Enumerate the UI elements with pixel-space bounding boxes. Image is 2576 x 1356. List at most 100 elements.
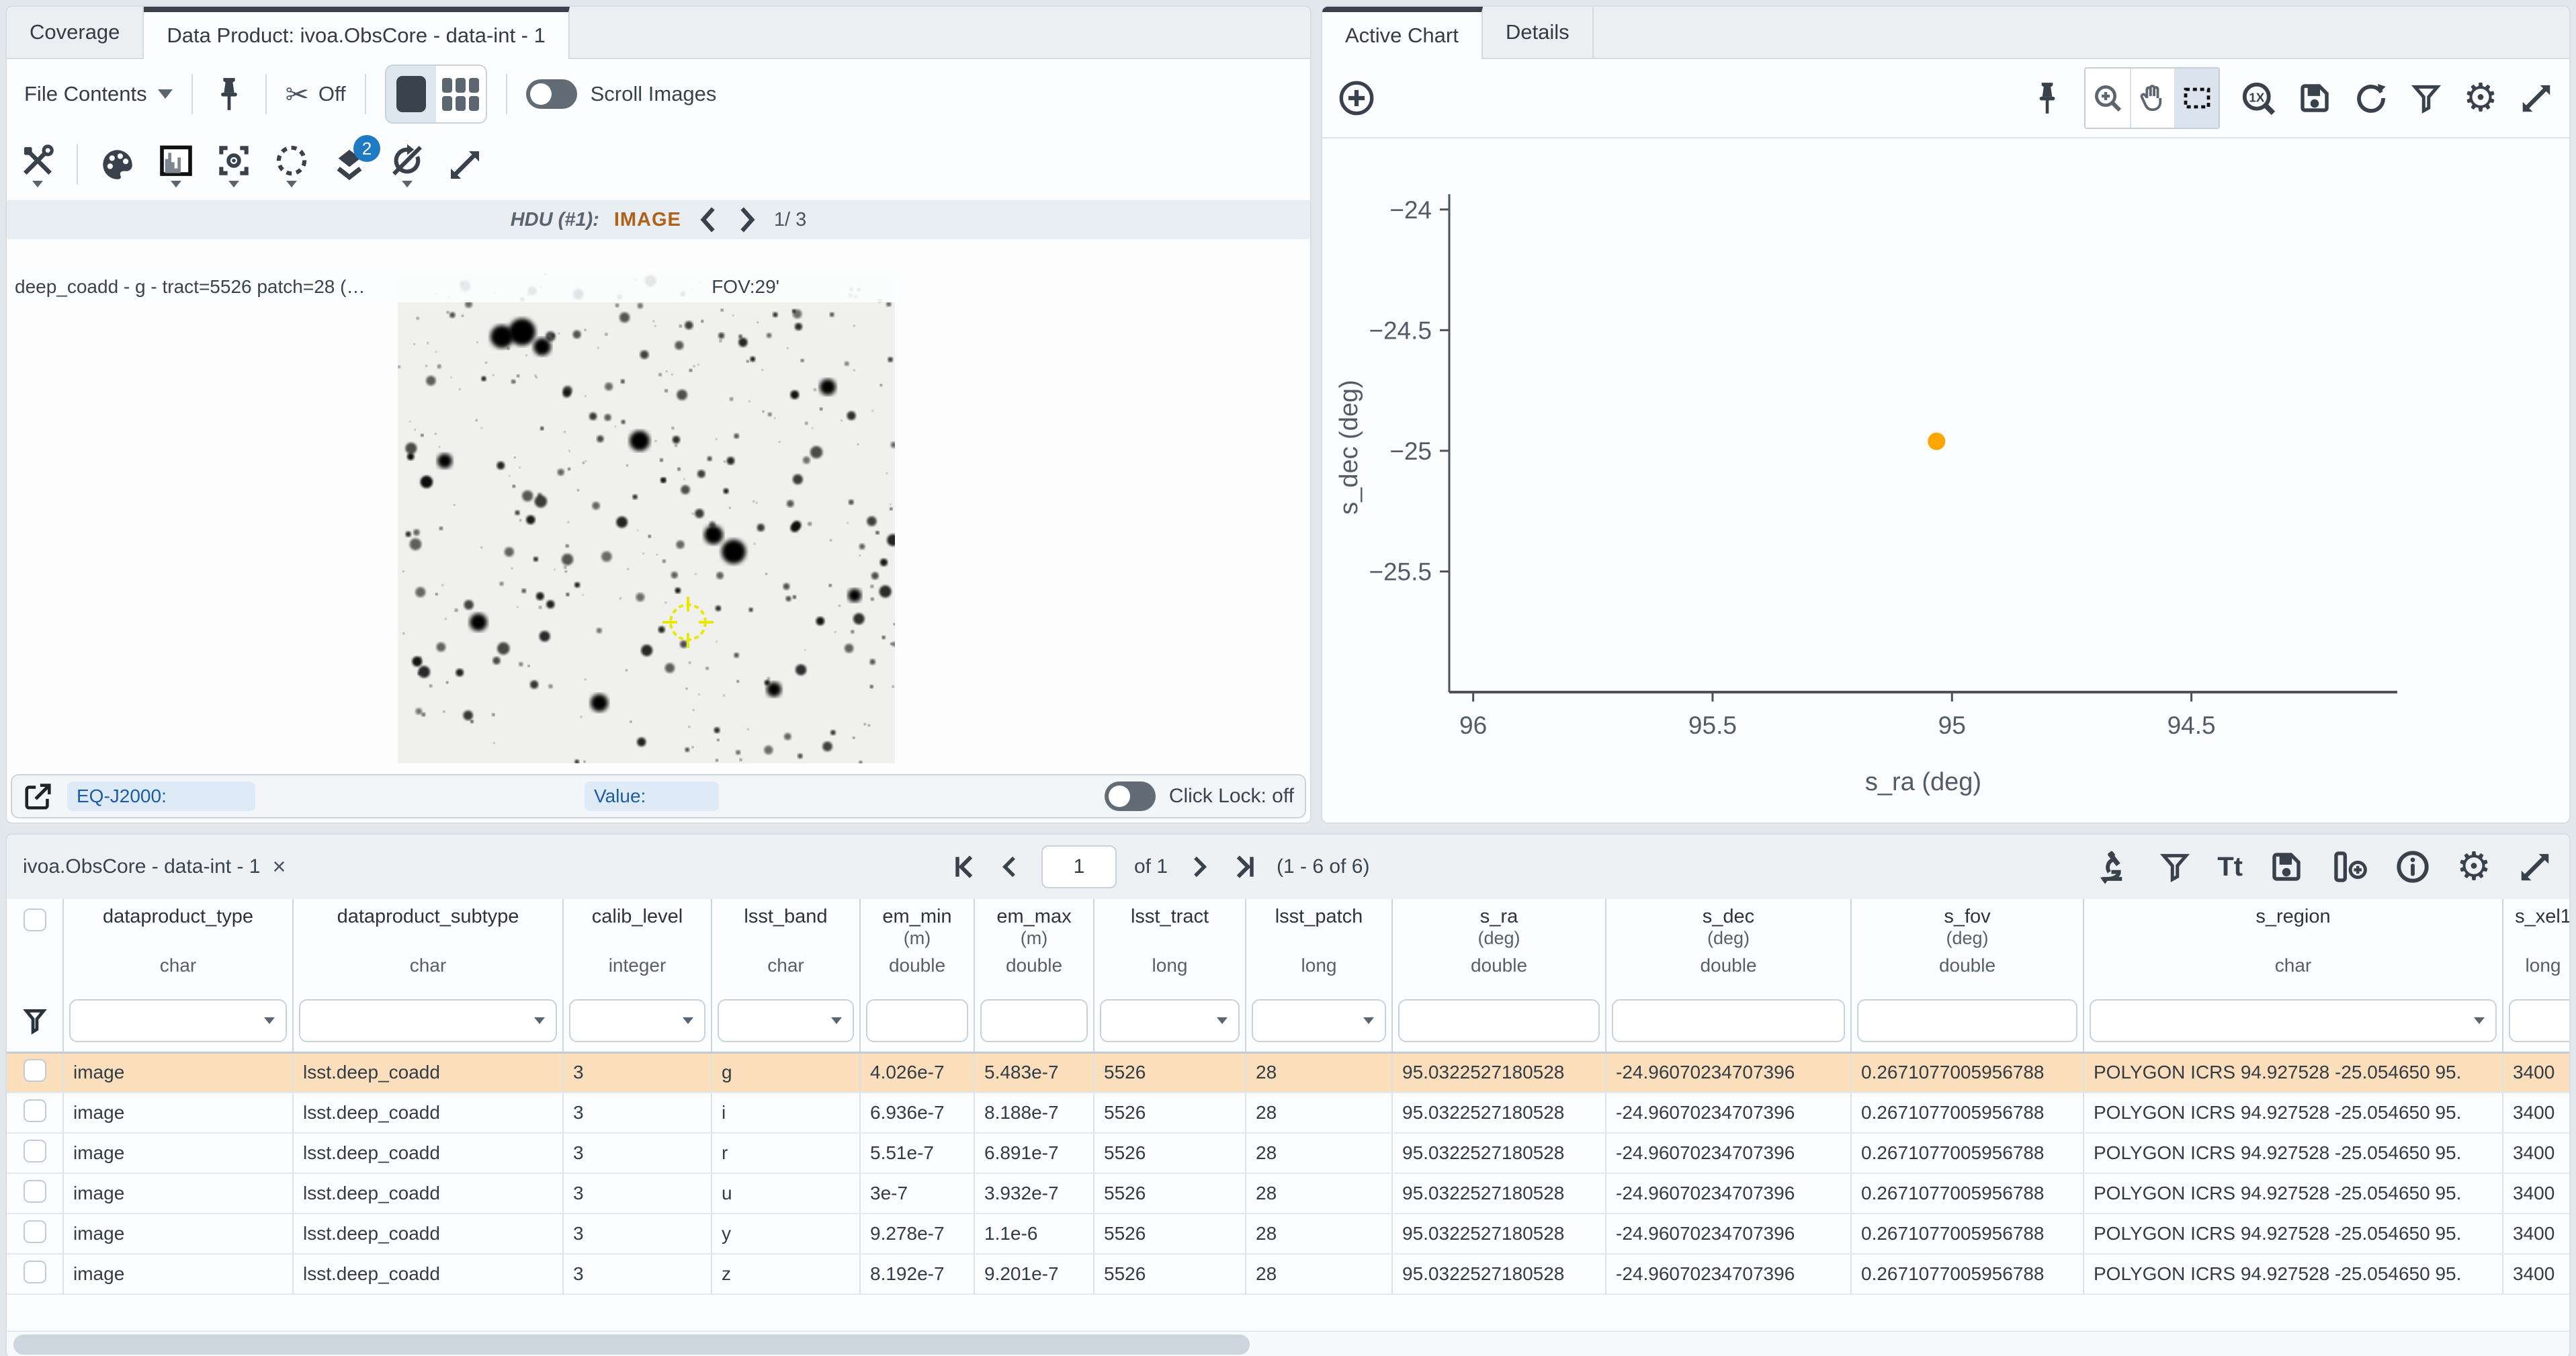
pan-mode-button[interactable]	[2130, 69, 2174, 128]
recenter-button[interactable]	[215, 142, 253, 187]
filter-input-lsst_band[interactable]	[718, 999, 854, 1042]
next-page-button[interactable]	[1185, 852, 1212, 882]
table-row[interactable]: imagelsst.deep_coadd3i6.936e-78.188e-755…	[7, 1093, 2569, 1133]
table-tab[interactable]: ivoa.ObsCore - data-int - 1 ×	[23, 854, 950, 880]
pin-chart-icon[interactable]	[2030, 79, 2064, 117]
column-header-s_fov[interactable]: s_fov(deg)double	[1851, 899, 2084, 990]
table-row[interactable]: imagelsst.deep_coadd3u3e-73.932e-7552628…	[7, 1173, 2569, 1214]
layers-button[interactable]: 2	[331, 146, 368, 183]
column-header-lsst_band[interactable]: lsst_bandchar	[712, 899, 860, 990]
last-page-button[interactable]	[1230, 852, 1259, 882]
column-header-lsst_tract[interactable]: lsst_tractlong	[1094, 899, 1246, 990]
scatter-plot[interactable]: 9695.59594.5−24−24.5−25−25.5s_ra (deg)s_…	[1322, 138, 2559, 810]
row-checkbox[interactable]	[24, 1140, 46, 1162]
chevron-down-icon[interactable]	[1363, 1017, 1374, 1024]
chart-area[interactable]: 9695.59594.5−24−24.5−25−25.5s_ra (deg)s_…	[1322, 138, 2569, 822]
row-checkbox[interactable]	[24, 1220, 46, 1243]
previous-page-button[interactable]	[997, 852, 1024, 882]
column-header-calib_level[interactable]: calib_levelinteger	[563, 899, 712, 990]
select-all-checkbox[interactable]	[24, 908, 46, 931]
add-chart-icon[interactable]	[1337, 79, 1376, 118]
scroll-images-toggle[interactable]	[526, 79, 577, 109]
filter-input-lsst_tract[interactable]	[1100, 999, 1240, 1042]
row-checkbox[interactable]	[24, 1180, 46, 1203]
stretch-histogram-button[interactable]	[157, 142, 195, 187]
row-checkbox[interactable]	[24, 1261, 46, 1283]
crop-toggle-button[interactable]: ✂ Off	[286, 78, 346, 111]
tab-data-product[interactable]: Data Product: ivoa.ObsCore - data-int - …	[144, 7, 569, 59]
filter-input-em_max[interactable]	[980, 999, 1088, 1042]
filter-input-s_region[interactable]	[2090, 999, 2497, 1042]
text-view-icon[interactable]: Tt	[2217, 852, 2243, 882]
next-hdu-button[interactable]	[735, 205, 759, 235]
table-row[interactable]: imagelsst.deep_coadd3y9.278e-71.1e-65526…	[7, 1214, 2569, 1254]
grid-image-view-button[interactable]	[436, 66, 486, 122]
row-checkbox[interactable]	[24, 1059, 46, 1082]
chevron-down-icon[interactable]	[2474, 1017, 2485, 1024]
tab-details[interactable]: Details	[1483, 7, 1594, 58]
column-header-dataproduct_type[interactable]: dataproduct_typechar	[63, 899, 293, 990]
column-header-em_min[interactable]: em_min(m)double	[860, 899, 974, 990]
close-table-icon[interactable]: ×	[272, 854, 286, 880]
table-row[interactable]: imagelsst.deep_coadd3g4.026e-75.483e-755…	[7, 1052, 2569, 1093]
horizontal-scrollbar[interactable]	[7, 1330, 2569, 1356]
table-row[interactable]: imagelsst.deep_coadd3r5.51e-76.891e-7552…	[7, 1133, 2569, 1173]
column-header-s_xel1[interactable]: s_xel1long	[2503, 899, 2569, 990]
zoom-mode-button[interactable]	[2086, 69, 2130, 128]
select-region-button[interactable]	[273, 142, 310, 187]
click-lock-toggle[interactable]	[1105, 781, 1156, 811]
save-table-icon[interactable]	[2268, 849, 2305, 885]
filter-input-dataproduct_subtype[interactable]	[299, 999, 557, 1042]
table-settings-gear-icon[interactable]: ⚙	[2456, 847, 2491, 886]
filter-input-s_xel1[interactable]	[2509, 999, 2569, 1042]
table-row[interactable]: imagelsst.deep_coadd3z8.192e-79.201e-755…	[7, 1254, 2569, 1294]
row-checkbox[interactable]	[24, 1099, 46, 1122]
select-mode-button[interactable]	[2174, 69, 2219, 128]
restore-chart-icon[interactable]	[2353, 80, 2389, 116]
wcs-unlock-button[interactable]	[388, 142, 426, 187]
column-header-dataproduct_subtype[interactable]: dataproduct_subtypechar	[293, 899, 563, 990]
previous-hdu-button[interactable]	[696, 205, 720, 235]
chevron-down-icon[interactable]	[1217, 1017, 1228, 1024]
expand-chart-icon[interactable]	[2518, 80, 2554, 116]
single-image-view-button[interactable]	[386, 66, 436, 122]
image-tools-button[interactable]	[19, 142, 56, 187]
tab-coverage[interactable]: Coverage	[7, 7, 144, 58]
filter-input-em_min[interactable]	[866, 999, 968, 1042]
first-page-button[interactable]	[950, 852, 980, 882]
pin-icon[interactable]	[212, 75, 247, 114]
chevron-down-icon[interactable]	[831, 1017, 842, 1024]
filter-chart-icon[interactable]	[2409, 80, 2443, 116]
external-view-icon[interactable]	[23, 781, 54, 812]
filter-input-s_fov[interactable]	[1857, 999, 2077, 1042]
column-header-lsst_patch[interactable]: lsst_patchlong	[1246, 899, 1392, 990]
expand-table-icon[interactable]	[2517, 849, 2553, 885]
zoom-original-icon[interactable]: 1X	[2240, 80, 2276, 116]
tab-active-chart[interactable]: Active Chart	[1322, 7, 1483, 59]
filter-input-lsst_patch[interactable]	[1252, 999, 1386, 1042]
filter-input-s_dec[interactable]	[1612, 999, 1845, 1042]
column-header-s_dec[interactable]: s_dec(deg)double	[1606, 899, 1851, 990]
filter-input-dataproduct_type[interactable]	[69, 999, 287, 1042]
filter-input-calib_level[interactable]	[569, 999, 705, 1042]
table-info-icon[interactable]	[2395, 849, 2431, 885]
chevron-down-icon[interactable]	[264, 1017, 275, 1024]
tap-search-button[interactable]	[2096, 849, 2133, 885]
filter-input-s_ra[interactable]	[1398, 999, 1600, 1042]
scrollbar-thumb[interactable]	[13, 1334, 1250, 1355]
chevron-down-icon[interactable]	[534, 1017, 545, 1024]
column-header-em_max[interactable]: em_max(m)double	[974, 899, 1094, 990]
column-header-s_region[interactable]: s_regionchar	[2084, 899, 2503, 990]
file-contents-dropdown[interactable]: File Contents	[24, 82, 173, 106]
select-all-header[interactable]	[7, 899, 63, 990]
data-point[interactable]	[1928, 433, 1945, 450]
filter-table-icon[interactable]	[2158, 849, 2192, 885]
save-chart-icon[interactable]	[2296, 80, 2333, 116]
add-column-icon[interactable]	[2330, 849, 2369, 885]
column-header-s_ra[interactable]: s_ra(deg)double	[1392, 899, 1606, 990]
chevron-down-icon[interactable]	[683, 1017, 693, 1024]
chart-settings-gear-icon[interactable]: ⚙	[2463, 79, 2498, 118]
color-palette-icon[interactable]	[98, 145, 137, 184]
fits-image[interactable]	[398, 273, 895, 763]
expand-icon[interactable]	[446, 146, 484, 183]
